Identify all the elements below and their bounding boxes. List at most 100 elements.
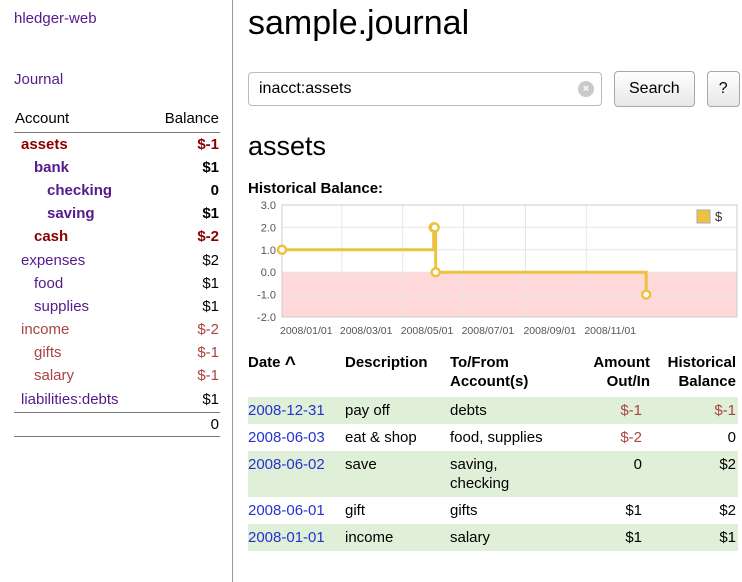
column-header-description: Description xyxy=(345,351,450,397)
register-row: 2008-06-02savesaving, checking0$2 xyxy=(248,451,738,497)
sort-ascending-icon: ^ xyxy=(285,354,296,375)
x-tick-label: 2008/03/01 xyxy=(340,325,393,337)
transaction-date-link[interactable]: 2008-12-31 xyxy=(248,402,325,419)
balance-header-line1: Historical xyxy=(668,354,736,371)
y-tick-label: 2.0 xyxy=(261,222,276,234)
accounts-cell: saving, checking xyxy=(450,451,562,497)
account-balance: $-2 xyxy=(197,228,219,246)
account-link[interactable]: cash xyxy=(15,228,68,246)
account-link[interactable]: food xyxy=(15,275,63,293)
account-balance: $-1 xyxy=(197,344,219,362)
balance-cell: $2 xyxy=(650,497,738,524)
account-row: gifts $-1 xyxy=(14,342,220,365)
account-link[interactable]: bank xyxy=(15,159,69,177)
accounts-cell: debts xyxy=(450,397,562,424)
account-balance: $-1 xyxy=(197,367,219,385)
account-balance: $1 xyxy=(202,205,219,223)
column-header-tofrom: To/From Account(s) xyxy=(450,351,562,397)
account-row: cash $-2 xyxy=(14,226,220,249)
y-tick-label: -2.0 xyxy=(257,312,276,324)
account-balance: 0 xyxy=(211,182,219,200)
amount-cell: $-1 xyxy=(562,397,650,424)
balance-cell: $1 xyxy=(650,524,738,551)
account-row: bank $1 xyxy=(14,156,220,179)
column-header-date[interactable]: Date ^ xyxy=(248,351,345,397)
balance-header-line2: Balance xyxy=(678,373,736,390)
column-header-balance: Historical Balance xyxy=(650,351,738,397)
amount-cell: $1 xyxy=(562,497,650,524)
y-tick-label: -1.0 xyxy=(257,290,276,302)
account-link[interactable]: checking xyxy=(15,182,112,200)
account-link[interactable]: assets xyxy=(15,136,68,154)
account-link[interactable]: expenses xyxy=(15,252,85,270)
accounts-table-header: Account Balance xyxy=(14,110,220,133)
y-tick-label: 0.0 xyxy=(261,267,276,279)
accounts-table-body: assets $-1 bank $1 checking 0 saving $1 cash $-2 e… xyxy=(14,133,220,411)
account-balance: $-1 xyxy=(197,136,219,154)
y-tick-label: 1.0 xyxy=(261,245,276,257)
transaction-date-link[interactable]: 2008-06-03 xyxy=(248,429,325,446)
account-link[interactable]: supplies xyxy=(15,298,89,316)
legend-label: $ xyxy=(715,209,723,224)
accounts-total-row: 0 xyxy=(14,412,220,437)
x-tick-label: 2008/05/01 xyxy=(401,325,454,337)
balance-cell: $2 xyxy=(650,451,738,497)
account-row: assets $-1 xyxy=(14,133,220,156)
register-header-row: Date ^ Description To/From Account(s) Am… xyxy=(248,351,738,397)
search-form: × Search ? xyxy=(248,71,742,107)
x-tick-label: 2008/11/01 xyxy=(584,325,636,337)
account-link[interactable]: liabilities:debts xyxy=(15,391,119,409)
sidebar-item-journal[interactable]: Journal xyxy=(14,71,220,88)
help-button[interactable]: ? xyxy=(707,71,740,107)
legend-swatch xyxy=(697,210,710,223)
accounts-total-value: 0 xyxy=(211,416,219,433)
app-title-link[interactable]: hledger-web xyxy=(14,10,220,27)
main-content: sample.journal × Search ? assets Histori… xyxy=(248,0,742,551)
account-link[interactable]: income xyxy=(15,321,69,339)
sidebar: hledger-web Journal Account Balance asse… xyxy=(0,0,233,582)
register-body: 2008-12-31pay offdebts$-1$-12008-06-03ea… xyxy=(248,397,738,551)
accounts-cell: gifts xyxy=(450,497,562,524)
register-row: 2008-06-01 giftgifts$1$2 xyxy=(248,497,738,524)
account-balance: $-2 xyxy=(197,321,219,339)
search-box: × xyxy=(248,72,602,106)
account-balance: $1 xyxy=(202,275,219,293)
description-cell: gift xyxy=(345,497,450,524)
x-tick-label: 2008/01/01 xyxy=(280,325,333,337)
tofrom-header-line2: Account(s) xyxy=(450,373,528,390)
clear-search-icon[interactable]: × xyxy=(578,81,594,97)
account-balance: $1 xyxy=(202,159,219,177)
description-cell: pay off xyxy=(345,397,450,424)
chart-title: Historical Balance: xyxy=(248,180,742,197)
register-row: 2008-12-31pay offdebts$-1$-1 xyxy=(248,397,738,424)
register-row: 2008-01-01incomesalary$1$1 xyxy=(248,524,738,551)
accounts-cell: salary xyxy=(450,524,562,551)
description-cell: income xyxy=(345,524,450,551)
account-heading: assets xyxy=(248,131,742,162)
description-cell: eat & shop xyxy=(345,424,450,451)
data-point-marker xyxy=(642,291,650,299)
transaction-date-link[interactable]: 2008-06-01 xyxy=(248,502,325,519)
amount-cell: 0 xyxy=(562,451,650,497)
account-row: food $1 xyxy=(14,272,220,295)
account-link[interactable]: salary xyxy=(15,367,74,385)
account-link[interactable]: gifts xyxy=(15,344,62,362)
tofrom-header-line1: To/From xyxy=(450,354,509,371)
search-input[interactable] xyxy=(248,72,602,106)
amount-cell: $1 xyxy=(562,524,650,551)
transaction-date-link[interactable]: 2008-01-01 xyxy=(248,529,325,546)
accounts-header-account: Account xyxy=(15,110,69,127)
historical-balance-chart: 3.02.01.00.0-1.0-2.02008/01/012008/03/01… xyxy=(248,201,740,341)
account-row: salary $-1 xyxy=(14,365,220,388)
search-button[interactable]: Search xyxy=(614,71,695,107)
amount-header-line1: Amount xyxy=(593,354,650,371)
account-row: checking 0 xyxy=(14,179,220,202)
account-link[interactable]: saving xyxy=(15,205,95,223)
balance-cell: $-1 xyxy=(650,397,738,424)
account-balance: $2 xyxy=(202,252,219,270)
account-row: liabilities:debts$1 xyxy=(14,388,220,411)
amount-cell: $-2 xyxy=(562,424,650,451)
column-header-amount: Amount Out/In xyxy=(562,351,650,397)
x-tick-label: 2008/07/01 xyxy=(462,325,515,337)
transaction-date-link[interactable]: 2008-06-02 xyxy=(248,456,325,473)
